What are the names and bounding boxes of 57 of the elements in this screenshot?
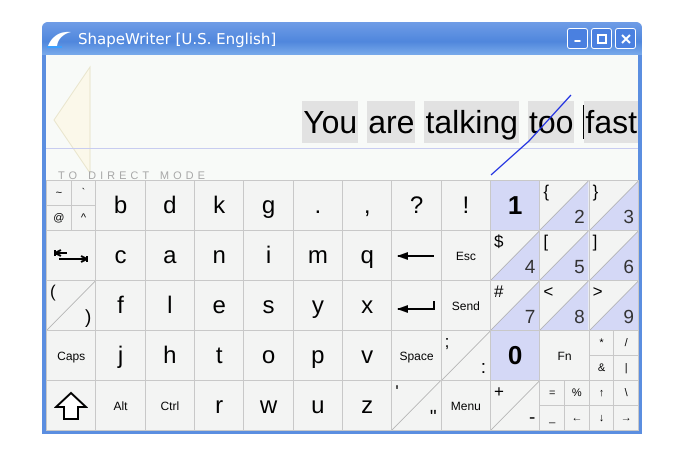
- split-key[interactable]: ] 6: [588, 230, 639, 281]
- key-label: ': [395, 382, 399, 402]
- key-label: <: [543, 282, 554, 302]
- tab-arrows-icon: [53, 248, 90, 264]
- key-label: #: [494, 282, 504, 302]
- split-key[interactable]: } 3: [588, 180, 639, 231]
- return-arrow-icon: [396, 298, 436, 312]
- minimize-icon: [574, 40, 581, 42]
- fin-logo-icon: [46, 30, 72, 48]
- split-key[interactable]: ' ": [391, 380, 442, 431]
- split-key[interactable]: + -: [490, 380, 540, 431]
- key-label: 6: [623, 257, 634, 279]
- key-label: ;: [444, 332, 450, 352]
- split-key[interactable]: > 9: [588, 280, 639, 331]
- key-label: -: [529, 407, 536, 429]
- key[interactable]: →: [613, 405, 639, 431]
- key-label: $: [494, 232, 504, 252]
- left-arrow-icon: [396, 250, 436, 260]
- split-key[interactable]: ; :: [440, 330, 491, 381]
- key-label: 9: [623, 307, 634, 329]
- split-key[interactable]: ( ): [46, 280, 96, 331]
- key[interactable]: 1: [490, 180, 540, 231]
- key[interactable]: 0: [490, 330, 540, 381]
- minimize-button[interactable]: [567, 28, 588, 49]
- shift-key[interactable]: [46, 380, 96, 431]
- key-label: 4: [524, 257, 536, 279]
- maximize-button[interactable]: [591, 28, 612, 49]
- key-label: ]: [592, 232, 598, 252]
- key[interactable]: ~: [46, 180, 72, 206]
- key-label: {: [543, 182, 550, 202]
- key-label: 2: [574, 207, 585, 229]
- split-key[interactable]: { 2: [539, 180, 590, 231]
- key-label: 8: [574, 307, 585, 329]
- key-label: +: [494, 382, 504, 402]
- up-arrow-icon: [54, 390, 88, 420]
- key-label: :: [480, 357, 486, 379]
- word[interactable]: are: [367, 101, 416, 143]
- key-label: [: [543, 232, 548, 252]
- word[interactable]: You: [302, 101, 358, 143]
- window-title: ShapeWriter [U.S. English]: [78, 30, 276, 48]
- split-key[interactable]: $ 4: [490, 230, 540, 281]
- split-key[interactable]: [ 5: [539, 230, 590, 281]
- key-label: 3: [623, 207, 634, 229]
- split-key[interactable]: # 7: [490, 280, 540, 331]
- close-icon: [620, 34, 630, 44]
- word[interactable]: fast: [584, 101, 638, 143]
- key-label: ": [430, 407, 437, 429]
- key-label: 5: [574, 257, 585, 279]
- close-button[interactable]: [615, 28, 636, 49]
- key-label: (: [50, 282, 56, 302]
- key-label: >: [592, 282, 603, 302]
- key-label: 7: [524, 307, 536, 329]
- maximize-icon: [596, 34, 606, 44]
- word[interactable]: talking: [424, 101, 519, 143]
- split-key[interactable]: < 8: [539, 280, 590, 331]
- key-label: }: [592, 182, 598, 202]
- key-label: ): [85, 307, 92, 329]
